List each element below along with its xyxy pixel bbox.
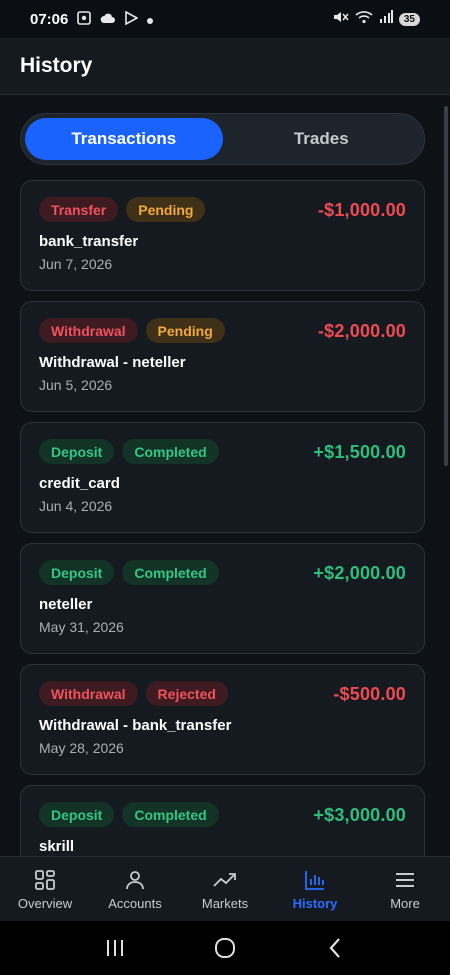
transaction-list: Transfer Pending -$1,000.00 bank_transfe… — [20, 180, 425, 856]
transaction-amount: +$3,000.00 — [313, 805, 406, 825]
transaction-amount: -$500.00 — [333, 684, 406, 704]
nav-item-markets[interactable]: Markets — [180, 857, 270, 921]
wifi-icon — [355, 10, 373, 28]
status-left: 07:06 — [30, 10, 154, 28]
system-navigation-bar — [0, 921, 450, 975]
screen-record-icon — [77, 10, 92, 28]
type-badge: Deposit — [39, 802, 115, 827]
status-badge: Completed — [122, 560, 219, 585]
transaction-card[interactable]: Deposit Completed +$1,500.00 credit_card… — [20, 422, 425, 533]
scrollbar[interactable] — [444, 106, 448, 466]
nav-label: Accounts — [108, 896, 162, 911]
bottom-navigation: Overview Accounts Markets History More — [0, 856, 450, 921]
transaction-method: skrill — [39, 838, 75, 855]
nav-label: More — [390, 896, 420, 911]
grid-icon — [32, 867, 58, 893]
status-badge: Rejected — [145, 681, 228, 706]
nav-item-overview[interactable]: Overview — [0, 857, 90, 921]
transaction-date: May 31, 2026 — [39, 619, 124, 635]
menu-icon — [392, 867, 418, 893]
nav-label: History — [292, 896, 338, 911]
status-time: 07:06 — [30, 10, 69, 28]
transaction-amount: +$2,000.00 — [313, 563, 406, 583]
transaction-amount: -$1,000.00 — [317, 200, 406, 220]
status-right: 35 — [333, 10, 420, 28]
transaction-date: Jun 5, 2026 — [39, 377, 113, 393]
battery-indicator: 35 — [398, 12, 420, 26]
transaction-card[interactable]: Withdrawal Rejected -$500.00 Withdrawal … — [20, 664, 425, 775]
transaction-card[interactable]: Deposit Completed +$3,000.00 skrill — [20, 785, 425, 856]
user-icon — [122, 867, 148, 893]
cloud-icon — [100, 12, 116, 27]
nav-label: Overview — [17, 896, 73, 911]
page-title: History — [20, 54, 93, 77]
transaction-amount: +$1,500.00 — [313, 442, 406, 462]
type-badge: Transfer — [39, 197, 119, 222]
nav-item-accounts[interactable]: Accounts — [90, 857, 180, 921]
type-badge: Deposit — [39, 560, 115, 585]
page-header: History — [0, 38, 450, 95]
app-screen: 07:06 35 History Transactions Trades Tra… — [0, 0, 450, 975]
notification-dot-icon — [147, 12, 154, 27]
transaction-date: Jun 4, 2026 — [39, 498, 113, 514]
bar-chart-icon — [302, 867, 328, 893]
recent-apps-icon[interactable] — [95, 928, 135, 968]
transaction-card[interactable]: Withdrawal Pending -$2,000.00 Withdrawal… — [20, 301, 425, 412]
transaction-method: Withdrawal - bank_transfer — [39, 717, 232, 734]
transaction-card[interactable]: Deposit Completed +$2,000.00 neteller Ma… — [20, 543, 425, 654]
trending-up-icon — [212, 867, 238, 893]
transaction-amount: -$2,000.00 — [317, 321, 406, 341]
transaction-method: credit_card — [39, 475, 120, 492]
signal-icon — [379, 10, 393, 28]
status-badge: Completed — [122, 802, 219, 827]
status-badge: Pending — [126, 197, 206, 222]
back-icon[interactable] — [315, 928, 355, 968]
transaction-card[interactable]: Transfer Pending -$1,000.00 bank_transfe… — [20, 180, 425, 291]
history-content[interactable]: Transactions Trades Transfer Pending -$1… — [0, 96, 450, 856]
history-tab-switcher: Transactions Trades — [20, 113, 425, 165]
type-badge: Deposit — [39, 439, 115, 464]
transaction-method: neteller — [39, 596, 93, 613]
tab-transactions[interactable]: Transactions — [25, 118, 223, 160]
nav-label: Markets — [201, 896, 249, 911]
type-badge: Withdrawal — [39, 318, 138, 343]
status-badge: Completed — [122, 439, 219, 464]
mute-icon — [333, 10, 349, 28]
nav-item-history[interactable]: History — [270, 857, 360, 921]
type-badge: Withdrawal — [39, 681, 138, 706]
home-icon[interactable] — [205, 928, 245, 968]
tab-trades[interactable]: Trades — [223, 118, 421, 160]
transaction-date: Jun 7, 2026 — [39, 256, 113, 272]
nav-item-more[interactable]: More — [360, 857, 450, 921]
status-badge: Pending — [145, 318, 225, 343]
status-bar: 07:06 35 — [0, 0, 450, 38]
play-store-icon — [125, 10, 140, 28]
transaction-method: bank_transfer — [39, 233, 139, 250]
transaction-method: Withdrawal - neteller — [39, 354, 186, 371]
transaction-date: May 28, 2026 — [39, 740, 124, 756]
